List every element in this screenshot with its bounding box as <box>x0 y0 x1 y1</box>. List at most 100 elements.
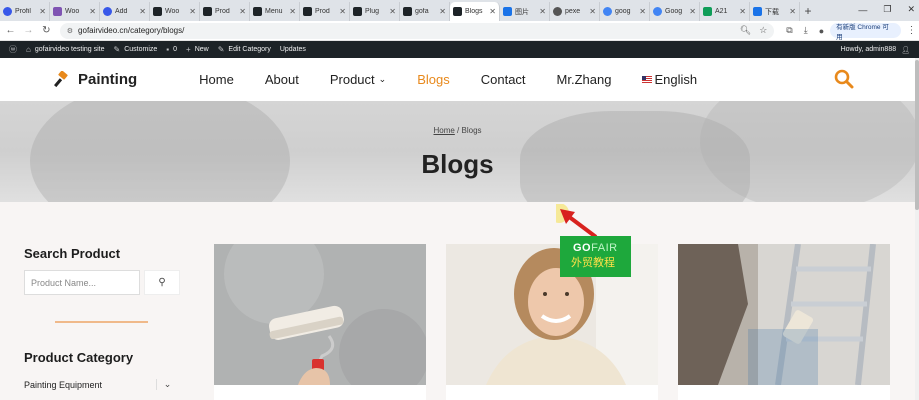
admin-edit-link[interactable]: ✎ Edit Category <box>218 45 271 54</box>
nav-product[interactable]: Product ⌄ <box>330 72 386 87</box>
ladder-painter-image[interactable] <box>678 244 890 385</box>
browser-toolbar: ← → ↻ ⚙ gofairvideo.cn/category/blogs/ 🔍… <box>0 21 919 41</box>
browser-tab[interactable]: Prod ✕ <box>300 2 350 21</box>
nav-home[interactable]: Home <box>199 72 234 87</box>
browser-tab[interactable]: goog ✕ <box>600 2 650 21</box>
wp-logo-icon[interactable]: ⓦ <box>9 44 17 55</box>
browser-tab-strip: Profil ✕ Woo ✕ Add ✕ Woo ✕ Prod ✕ Menu ✕ Prod ✕… <box>0 0 919 21</box>
admin-comments-link[interactable]: ▪ 0 <box>166 45 177 54</box>
page-hero: Home / Blogs Blogs <box>0 101 915 202</box>
browser-tab[interactable]: gofa ✕ <box>400 2 450 21</box>
breadcrumb: Home / Blogs <box>433 126 482 135</box>
zoom-icon[interactable]: 🔍︎ <box>740 25 751 36</box>
blog-card[interactable] <box>678 244 890 400</box>
minimize-icon[interactable]: — <box>858 5 867 15</box>
menu-kebab-icon[interactable]: ⋮ <box>904 25 919 36</box>
tab-close-icon[interactable]: ✕ <box>339 7 346 16</box>
tab-favicon-icon <box>203 7 212 16</box>
tab-close-icon[interactable]: ✕ <box>139 7 146 16</box>
site-info-icon[interactable]: ⚙ <box>67 27 73 35</box>
browser-tab[interactable]: Add ✕ <box>100 2 150 21</box>
product-search-form: Product Name... ⚲ <box>24 270 184 295</box>
nav-mr-zhang[interactable]: Mr.Zhang <box>557 72 612 87</box>
tab-close-icon[interactable]: ✕ <box>239 7 246 16</box>
admin-account[interactable]: Howdy, admin888 👤︎ <box>841 46 910 54</box>
address-bar[interactable]: ⚙ gofairvideo.cn/category/blogs/ 🔍︎ ☆ <box>59 22 775 39</box>
category-item[interactable]: Painting Equipment ⌄ <box>24 379 178 390</box>
tab-close-icon[interactable]: ✕ <box>89 7 96 16</box>
close-window-icon[interactable]: ✕ <box>907 4 915 15</box>
extensions-icon[interactable]: ⧉ <box>786 25 792 36</box>
tab-close-icon[interactable]: ✕ <box>439 7 446 16</box>
admin-site-link[interactable]: ⌂ gofairvideo testing site <box>26 45 105 54</box>
browser-tab[interactable]: Woo ✕ <box>50 2 100 21</box>
tab-close-icon[interactable]: ✕ <box>789 7 796 16</box>
chevron-down-icon[interactable]: ⌄ <box>156 379 178 390</box>
scrollbar-thumb[interactable] <box>915 60 919 210</box>
browser-tab[interactable]: pexe ✕ <box>550 2 600 21</box>
admin-updates-link[interactable]: Updates <box>280 46 306 53</box>
admin-new-link[interactable]: + New <box>186 45 209 54</box>
browser-tab[interactable]: Profil ✕ <box>0 2 50 21</box>
blog-card[interactable] <box>214 244 426 400</box>
url-text: gofairvideo.cn/category/blogs/ <box>78 26 185 35</box>
nav-about[interactable]: About <box>265 72 299 87</box>
watermark-badge: GOFAIR 外贸教程 <box>560 236 631 277</box>
page-scrollbar[interactable] <box>915 58 919 400</box>
tab-favicon-icon <box>503 7 512 16</box>
tab-favicon-icon <box>453 7 462 16</box>
bookmark-star-icon[interactable]: ☆ <box>759 25 767 36</box>
tab-close-icon[interactable]: ✕ <box>739 7 746 16</box>
header-search-icon[interactable] <box>834 69 854 94</box>
us-flag-icon <box>642 76 653 83</box>
tab-favicon-icon <box>703 7 712 16</box>
tab-close-icon[interactable]: ✕ <box>189 7 196 16</box>
tab-close-icon[interactable]: ✕ <box>539 7 546 16</box>
tab-favicon-icon <box>403 7 412 16</box>
main-nav: Home About Product ⌄ Blogs Contact Mr.Zha… <box>199 72 728 87</box>
tab-favicon-icon <box>653 7 662 16</box>
browser-tab[interactable]: Menu ✕ <box>250 2 300 21</box>
browser-tab-active[interactable]: Blogs ✕ <box>450 2 500 21</box>
search-product-heading: Search Product <box>24 246 121 261</box>
tab-close-icon[interactable]: ✕ <box>589 7 596 16</box>
tab-favicon-icon <box>353 7 362 16</box>
browser-tab[interactable]: Plug ✕ <box>350 2 400 21</box>
download-icon[interactable]: ⤓ <box>804 25 808 36</box>
nav-contact[interactable]: Contact <box>481 72 526 87</box>
maximize-icon[interactable]: ❐ <box>883 4 891 15</box>
browser-tab[interactable]: A21 ✕ <box>700 2 750 21</box>
reload-icon[interactable]: ↻ <box>39 25 54 36</box>
browser-tab[interactable]: Goog ✕ <box>650 2 700 21</box>
breadcrumb-home-link[interactable]: Home <box>433 126 454 135</box>
browser-tab[interactable]: Woo ✕ <box>150 2 200 21</box>
home-icon: ⌂ <box>26 45 31 54</box>
tab-close-icon[interactable]: ✕ <box>639 7 646 16</box>
site-header: Painting Home About Product ⌄ Blogs Conta… <box>0 58 915 101</box>
page-title: Blogs <box>421 149 494 179</box>
admin-customize-link[interactable]: ✎ Customize <box>114 45 158 54</box>
tab-close-icon[interactable]: ✕ <box>389 7 396 16</box>
tab-close-icon[interactable]: ✕ <box>689 7 696 16</box>
tab-close-icon[interactable]: ✕ <box>289 7 296 16</box>
tab-close-icon[interactable]: ✕ <box>39 7 46 16</box>
back-icon[interactable]: ← <box>3 25 18 36</box>
site-logo[interactable]: Painting <box>52 70 137 89</box>
browser-tab[interactable]: 下载 ✕ <box>750 2 800 21</box>
paint-roller-image[interactable] <box>214 244 426 385</box>
nav-blogs[interactable]: Blogs <box>417 72 450 87</box>
tab-favicon-icon <box>603 7 612 16</box>
browser-tab[interactable]: Prod ✕ <box>200 2 250 21</box>
product-search-button[interactable]: ⚲ <box>144 270 180 295</box>
forward-icon[interactable]: → <box>21 25 36 36</box>
nav-language[interactable]: English <box>642 72 697 87</box>
profile-icon[interactable]: ● <box>819 26 824 36</box>
chevron-down-icon: ⌄ <box>378 74 387 84</box>
product-search-input[interactable]: Product Name... <box>24 270 140 295</box>
product-category-heading: Product Category <box>24 350 134 365</box>
tab-close-icon[interactable]: ✕ <box>489 7 496 16</box>
chrome-update-button[interactable]: 有新版 Chrome 可用 <box>830 23 902 41</box>
user-avatar-icon: 👤︎ <box>901 46 910 54</box>
browser-tab[interactable]: 图片 ✕ <box>500 2 550 21</box>
new-tab-button[interactable]: + <box>800 2 816 21</box>
